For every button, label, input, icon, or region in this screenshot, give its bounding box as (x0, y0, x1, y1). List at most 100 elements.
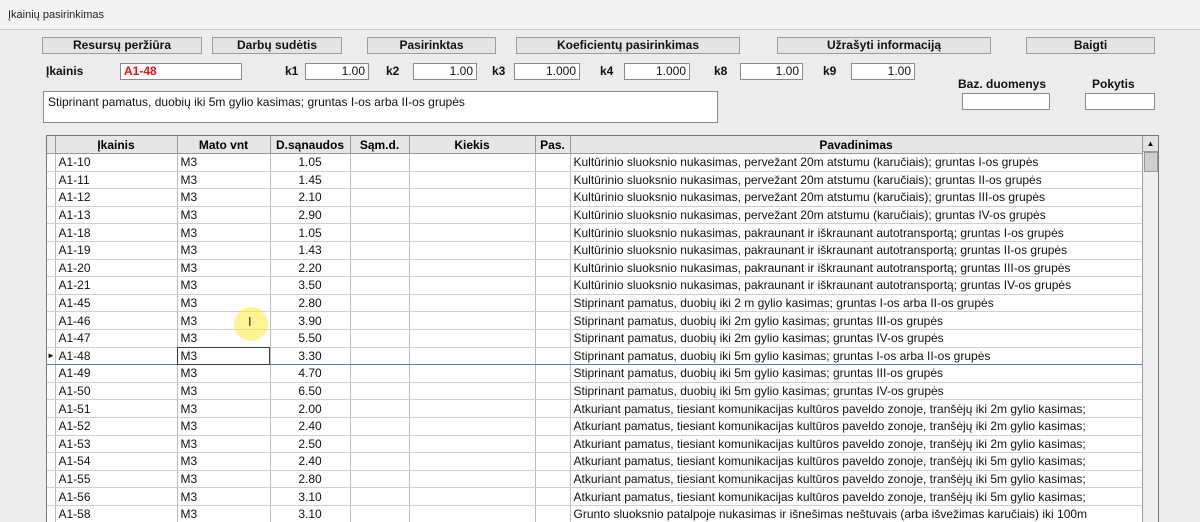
scroll-up-icon[interactable]: ▲ (1143, 136, 1158, 152)
cell-unit[interactable]: M3 (177, 276, 271, 295)
cell-ds[interactable]: 2.00 (270, 399, 351, 418)
cell-ds[interactable]: 2.50 (270, 435, 351, 454)
cell-name[interactable]: Kultūrinio sluoksnio nukasimas, pakrauna… (570, 259, 1143, 278)
cell-name[interactable]: Atkuriant pamatus, tiesiant komunikacija… (570, 470, 1143, 489)
cell-pas[interactable] (535, 347, 571, 366)
cell-unit[interactable]: M3 (177, 435, 271, 454)
cell-kiekis[interactable] (409, 188, 536, 207)
cell-kiekis[interactable] (409, 241, 536, 260)
row-indicator[interactable] (47, 435, 56, 454)
cell-unit[interactable]: M3 (177, 382, 271, 401)
cell-ds[interactable]: 3.90 (270, 311, 351, 330)
cell-pas[interactable] (535, 417, 571, 436)
cell-code[interactable]: A1-11 (55, 171, 178, 190)
row-indicator[interactable] (47, 259, 56, 278)
cell-name[interactable]: Atkuriant pamatus, tiesiant komunikacija… (570, 417, 1143, 436)
cell-kiekis[interactable] (409, 206, 536, 225)
cell-kiekis[interactable] (409, 470, 536, 489)
cell-code[interactable]: A1-47 (55, 329, 178, 348)
k1-field[interactable]: 1.00 (305, 63, 369, 80)
row-indicator[interactable] (47, 505, 56, 522)
cell-ds[interactable]: 1.43 (270, 241, 351, 260)
header-pas[interactable]: Pas. (535, 136, 571, 154)
cell-pas[interactable] (535, 470, 571, 489)
header-samd[interactable]: Sąm.d. (350, 136, 410, 154)
row-indicator[interactable] (47, 153, 56, 172)
cell-code[interactable]: A1-46 (55, 311, 178, 330)
row-indicator[interactable] (47, 364, 56, 383)
table-row[interactable]: A1-11 M3 1.45 Kultūrinio sluoksnio nukasima… (47, 171, 1143, 190)
cell-code[interactable]: A1-56 (55, 487, 178, 506)
cell-kiekis[interactable] (409, 259, 536, 278)
cell-ds[interactable]: 2.40 (270, 452, 351, 471)
ikainis-field[interactable]: A1-48 (120, 63, 242, 80)
table-row[interactable]: A1-20 M3 2.20 Kultūrinio sluoksnio nukasima… (47, 259, 1143, 278)
cell-samd[interactable] (350, 311, 410, 330)
cell-ds[interactable]: 3.10 (270, 487, 351, 506)
scroll-thumb[interactable] (1144, 152, 1158, 172)
cell-unit[interactable]: M3 (177, 364, 271, 383)
table-row[interactable]: A1-55 M3 2.80 Atkuriant pamatus, tiesiant k… (47, 470, 1143, 489)
cell-unit[interactable]: M3 (177, 347, 271, 366)
cell-ds[interactable]: 6.50 (270, 382, 351, 401)
cell-pas[interactable] (535, 487, 571, 506)
cell-pas[interactable] (535, 241, 571, 260)
cell-ds[interactable]: 1.05 (270, 223, 351, 242)
table-row[interactable]: A1-49 M3 4.70 Stiprinant pamatus, duobių ik… (47, 364, 1143, 383)
cell-samd[interactable] (350, 417, 410, 436)
cell-kiekis[interactable] (409, 364, 536, 383)
cell-name[interactable]: Kultūrinio sluoksnio nukasimas, pakrauna… (570, 223, 1143, 242)
table-row[interactable]: A1-53 M3 2.50 Atkuriant pamatus, tiesiant k… (47, 435, 1143, 454)
base-data-field[interactable] (962, 93, 1050, 110)
cell-name[interactable]: Kultūrinio sluoksnio nukasimas, pakrauna… (570, 241, 1143, 260)
cell-pas[interactable] (535, 311, 571, 330)
cell-name[interactable]: Stiprinant pamatus, duobių iki 2 m gylio… (570, 294, 1143, 313)
cell-pas[interactable] (535, 153, 571, 172)
table-row[interactable]: A1-21 M3 3.50 Kultūrinio sluoksnio nukasima… (47, 276, 1143, 295)
cell-pas[interactable] (535, 329, 571, 348)
save-info-button[interactable]: Užrašyti informaciją (777, 37, 991, 54)
cell-kiekis[interactable] (409, 223, 536, 242)
row-indicator[interactable] (47, 470, 56, 489)
cell-ds[interactable]: 1.05 (270, 153, 351, 172)
row-indicator[interactable]: ► (47, 347, 56, 366)
resource-view-button[interactable]: Resursų peržiūra (42, 37, 202, 54)
cell-kiekis[interactable] (409, 435, 536, 454)
cell-code[interactable]: A1-50 (55, 382, 178, 401)
cell-samd[interactable] (350, 505, 410, 522)
cell-name[interactable]: Grunto sluoksnio patalpoje nukasimas ir … (570, 505, 1143, 522)
cell-pas[interactable] (535, 276, 571, 295)
cell-ds[interactable]: 2.80 (270, 294, 351, 313)
cell-code[interactable]: A1-19 (55, 241, 178, 260)
cell-pas[interactable] (535, 188, 571, 207)
cell-samd[interactable] (350, 399, 410, 418)
cell-samd[interactable] (350, 188, 410, 207)
cell-unit[interactable]: M3 (177, 452, 271, 471)
change-field[interactable] (1085, 93, 1155, 110)
cell-samd[interactable] (350, 294, 410, 313)
table-row[interactable]: A1-10 M3 1.05 Kultūrinio sluoksnio nukasima… (47, 153, 1143, 172)
cell-pas[interactable] (535, 382, 571, 401)
work-composition-button[interactable]: Darbų sudėtis (212, 37, 342, 54)
row-indicator[interactable] (47, 206, 56, 225)
cell-code[interactable]: A1-20 (55, 259, 178, 278)
cell-name[interactable]: Stiprinant pamatus, duobių iki 2m gylio … (570, 311, 1143, 330)
k8-field[interactable]: 1.00 (740, 63, 803, 80)
cell-ds[interactable]: 5.50 (270, 329, 351, 348)
cell-kiekis[interactable] (409, 382, 536, 401)
table-row[interactable]: A1-58 M3 3.10 Grunto sluoksnio patalpoje nu… (47, 505, 1143, 522)
cell-name[interactable]: Atkuriant pamatus, tiesiant komunikacija… (570, 452, 1143, 471)
cell-name[interactable]: Atkuriant pamatus, tiesiant komunikacija… (570, 435, 1143, 454)
cell-pas[interactable] (535, 364, 571, 383)
cell-pas[interactable] (535, 171, 571, 190)
cell-unit[interactable]: M3 (177, 223, 271, 242)
cell-ds[interactable]: 3.10 (270, 505, 351, 522)
table-row[interactable]: A1-50 M3 6.50 Stiprinant pamatus, duobių ik… (47, 382, 1143, 401)
cell-samd[interactable] (350, 382, 410, 401)
row-indicator[interactable] (47, 276, 56, 295)
cell-pas[interactable] (535, 206, 571, 225)
cell-ds[interactable]: 3.50 (270, 276, 351, 295)
cell-unit[interactable]: M3 (177, 259, 271, 278)
row-indicator[interactable] (47, 223, 56, 242)
header-pav[interactable]: Pavadinimas (570, 136, 1143, 154)
